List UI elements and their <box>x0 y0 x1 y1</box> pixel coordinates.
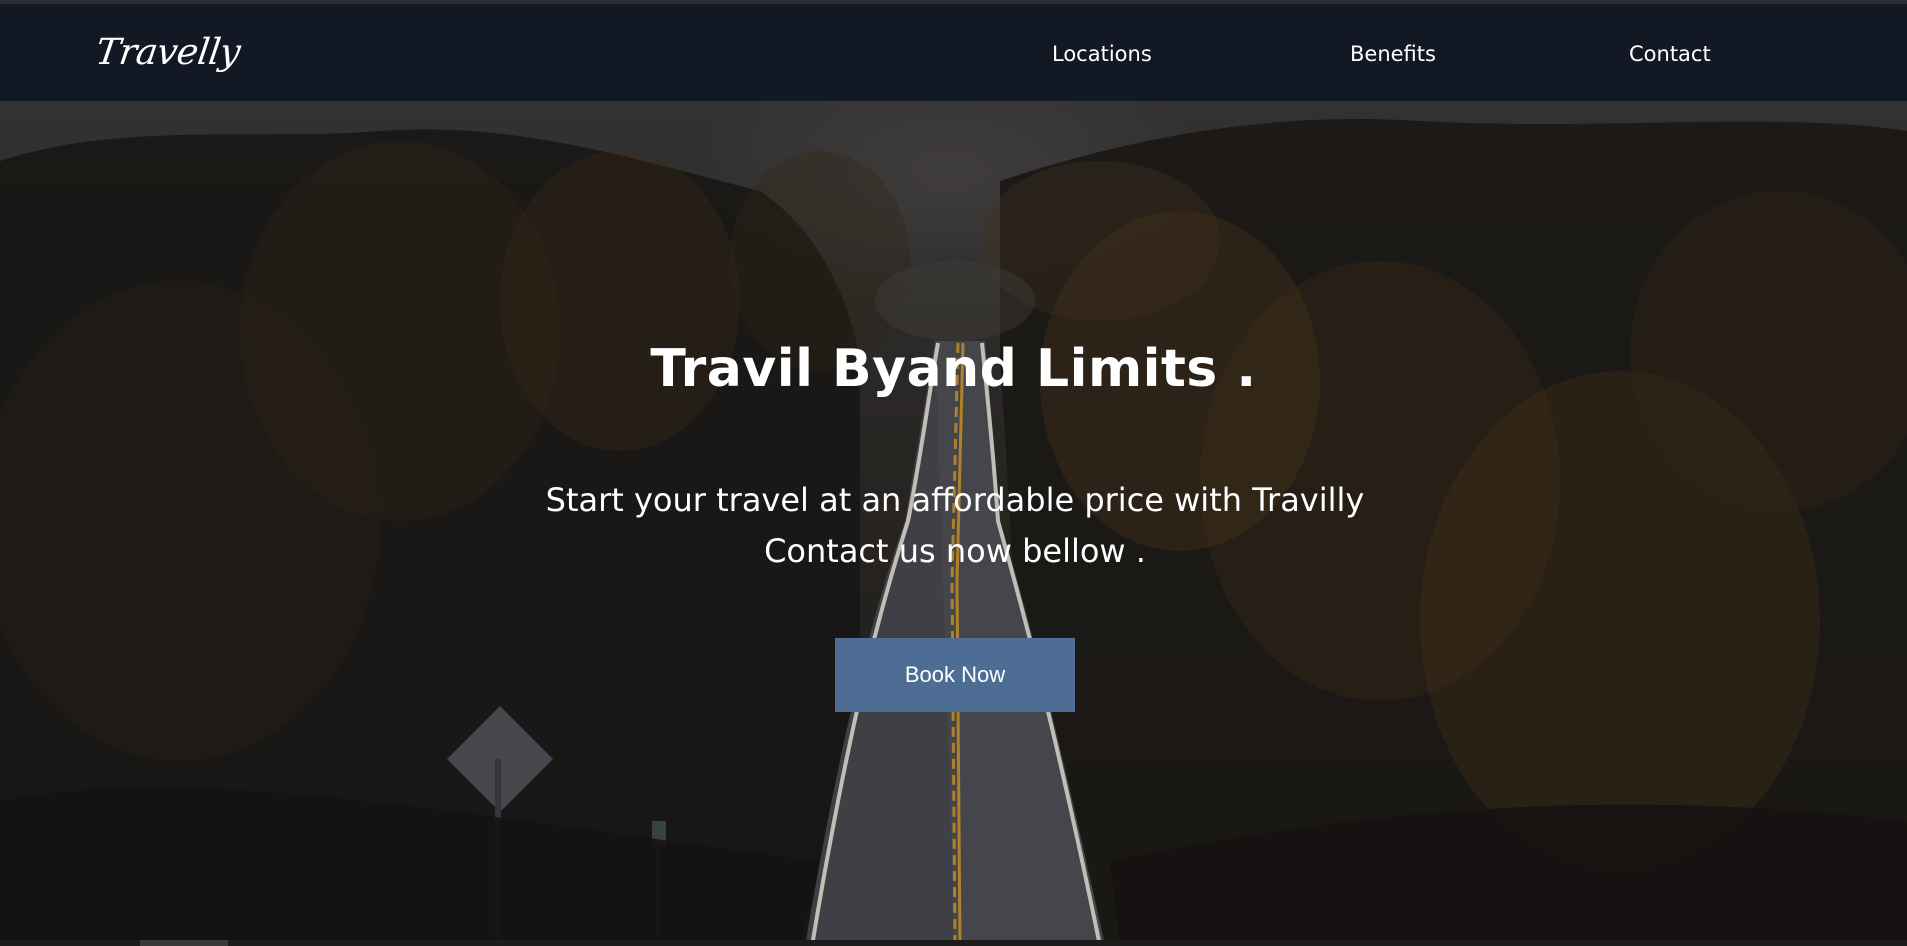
hero-subtitle: Start your travel at an affordable price… <box>440 475 1470 577</box>
navbar: Travelly Locations Benefits Contact <box>0 4 1907 101</box>
brand-logo[interactable]: Travelly <box>93 32 242 73</box>
horizontal-scrollbar[interactable] <box>0 940 1907 946</box>
horizontal-scrollbar-thumb[interactable] <box>140 940 228 946</box>
nav-link-benefits[interactable]: Benefits <box>1350 42 1436 66</box>
hero-subtitle-line-1: Start your travel at an affordable price… <box>545 481 1365 519</box>
book-now-button[interactable]: Book Now <box>835 638 1075 712</box>
hero-section: Travil Byand Limits . Start your travel … <box>0 101 1907 946</box>
nav-link-contact[interactable]: Contact <box>1629 42 1711 66</box>
hero-subtitle-line-2: Contact us now bellow . <box>764 532 1146 570</box>
nav-link-locations[interactable]: Locations <box>1052 42 1152 66</box>
hero-title: Travil Byand Limits . <box>650 339 1257 399</box>
page: Travelly Locations Benefits Contact Trav… <box>0 0 1907 946</box>
